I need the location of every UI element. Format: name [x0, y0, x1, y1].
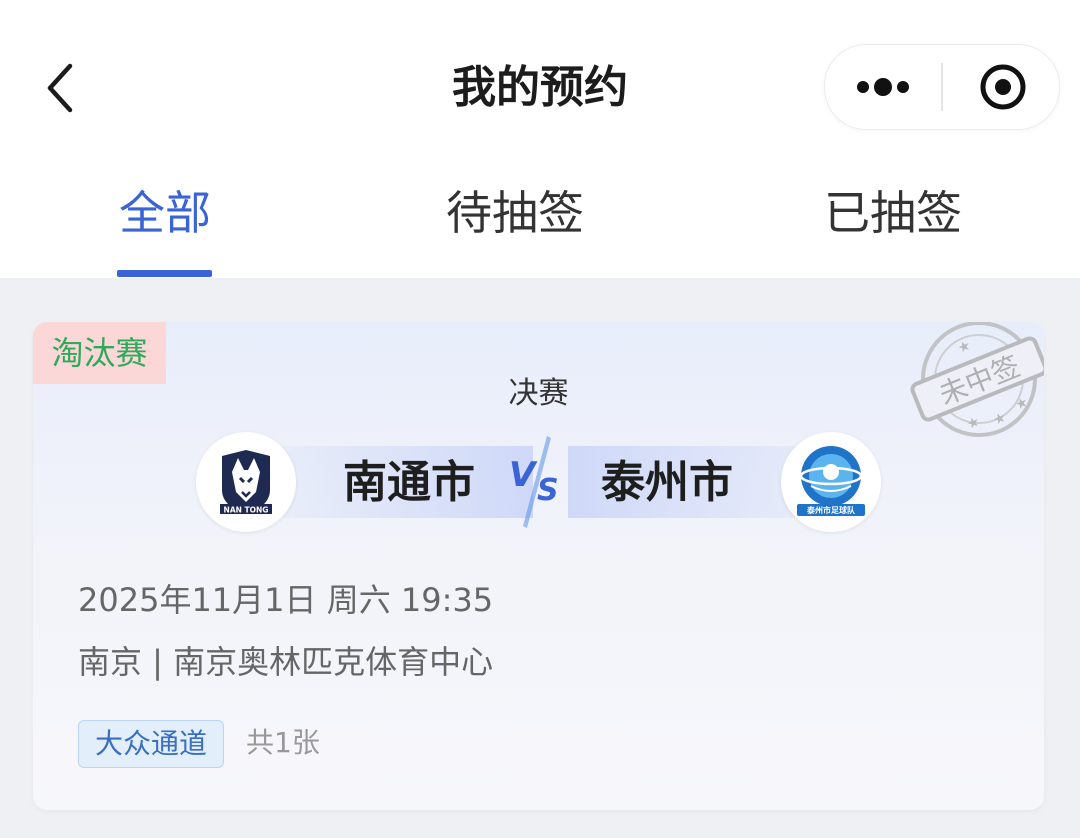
wolf-badge-icon: NAN TONG: [220, 450, 272, 515]
home-team-name: 南通市: [343, 457, 475, 508]
close-button[interactable]: [943, 45, 1059, 129]
home-logo-text: NAN TONG: [224, 506, 269, 515]
more-dots-icon: [857, 78, 909, 96]
football-club-badge-icon: 泰州市足球队: [797, 446, 865, 516]
match-round: 决赛: [508, 376, 569, 411]
vs-icon: V S: [509, 436, 559, 528]
away-team-name: 泰州市: [601, 457, 733, 508]
away-logo-text: 泰州市足球队: [806, 505, 856, 515]
match-datetime: 2025年11月1日 周六 19:35: [78, 581, 494, 619]
svg-text:S: S: [537, 473, 559, 508]
channel-badge: 大众通道: [78, 720, 224, 768]
active-tab-indicator: [117, 270, 212, 277]
away-team-logo: 泰州市足球队: [781, 432, 881, 532]
home-team-logo: NAN TONG: [196, 432, 296, 532]
svg-text:★: ★: [965, 414, 983, 434]
match-venue: 南京 | 南京奥林匹克体育中心: [78, 643, 494, 681]
target-circle-icon: [980, 64, 1026, 110]
svg-text:★: ★: [955, 337, 973, 357]
reservation-card[interactable]: 淘汰赛 未中签 ★ ★ ★ ★ 决赛 NAN TONG 南通市 V S 泰州市 …: [33, 322, 1044, 810]
top-bar: 我的预约 全部 待抽签 已抽签: [0, 0, 1080, 278]
ticket-count: 共1张: [246, 726, 320, 759]
more-button[interactable]: [825, 45, 941, 129]
tab-pending-draw[interactable]: 待抽签: [430, 180, 600, 246]
svg-text:V: V: [509, 455, 538, 495]
mini-program-capsule: [824, 44, 1060, 130]
tab-drawn[interactable]: 已抽签: [808, 180, 978, 246]
tab-all[interactable]: 全部: [110, 180, 220, 246]
